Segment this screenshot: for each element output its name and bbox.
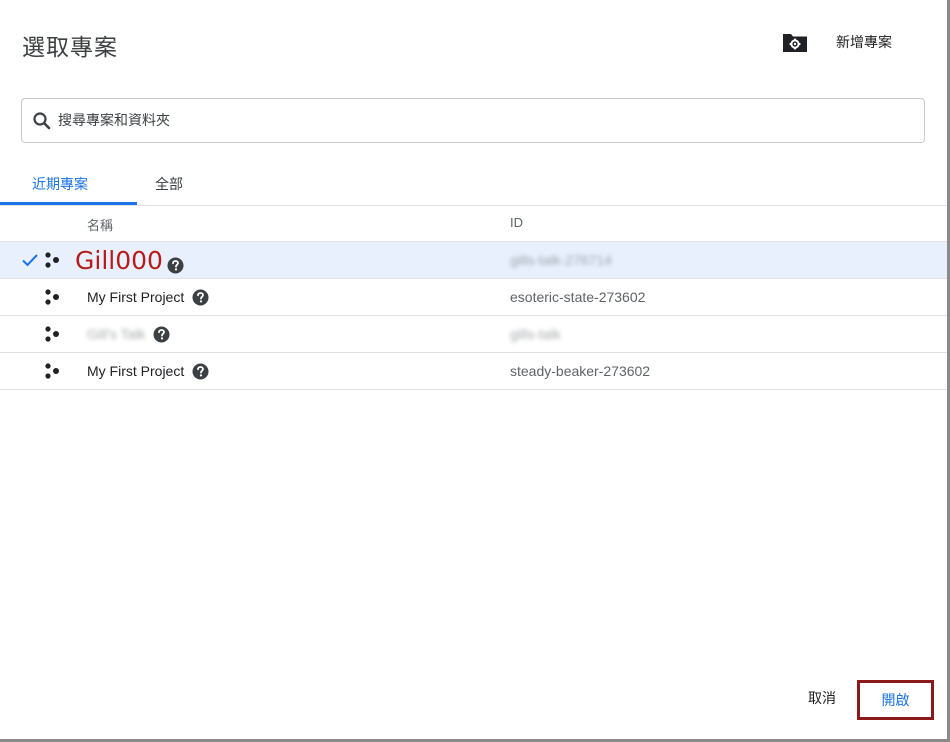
table-row[interactable]: My First Project esoteric-state-273602: [0, 279, 947, 316]
cancel-button[interactable]: 取消: [808, 688, 836, 708]
project-name: Gill's Talk: [87, 326, 146, 342]
project-icon: [44, 289, 64, 305]
table-row[interactable]: Gill's Talk gills-talk: [0, 316, 947, 353]
help-icon[interactable]: [192, 289, 209, 306]
project-icon: [44, 363, 64, 379]
search-icon: [32, 111, 52, 131]
column-header-id: ID: [510, 215, 523, 230]
check-icon: [21, 252, 39, 268]
tab-bar: 近期專案 全部: [0, 168, 947, 206]
project-id: gills-talk-276714: [510, 252, 612, 268]
project-icon: [44, 326, 64, 342]
project-name-cell: Gill000: [75, 246, 184, 275]
projects-table: 名稱 ID Gill000 gills-talk-276714 My First…: [0, 206, 947, 390]
folder-settings-icon: [782, 31, 808, 53]
help-icon[interactable]: [153, 326, 170, 343]
new-project-button[interactable]: 新增專案: [782, 28, 892, 56]
project-id: esoteric-state-273602: [510, 289, 646, 305]
active-tab-indicator: [0, 202, 137, 205]
select-project-dialog: 選取專案 新增專案 近期專案: [0, 0, 950, 742]
project-name-cell: My First Project: [87, 363, 209, 381]
project-id: gills-talk: [510, 326, 561, 342]
dialog-title: 選取專案: [22, 35, 118, 61]
search-box[interactable]: [21, 98, 925, 143]
column-header-name: 名稱: [87, 219, 114, 234]
help-icon[interactable]: [167, 251, 184, 273]
help-icon[interactable]: [192, 363, 209, 380]
tab-recent-projects[interactable]: 近期專案: [32, 174, 88, 194]
project-name-cell: My First Project: [87, 289, 209, 307]
table-row[interactable]: Gill000 gills-talk-276714: [0, 242, 947, 279]
project-icon: [44, 252, 64, 268]
project-name-cell: Gill's Talk: [87, 326, 170, 344]
new-project-label: 新增專案: [836, 35, 892, 51]
tab-all[interactable]: 全部: [155, 174, 183, 194]
project-name: Gill000: [75, 246, 163, 275]
open-button[interactable]: 開啟: [857, 680, 934, 720]
project-id: steady-beaker-273602: [510, 363, 651, 379]
project-name: My First Project: [87, 289, 185, 305]
table-header: 名稱 ID: [0, 206, 947, 242]
dialog-footer: 取消 開啟: [0, 680, 947, 720]
search-input[interactable]: [58, 112, 898, 129]
table-row[interactable]: My First Project steady-beaker-273602: [0, 353, 947, 390]
project-name: My First Project: [87, 363, 185, 379]
